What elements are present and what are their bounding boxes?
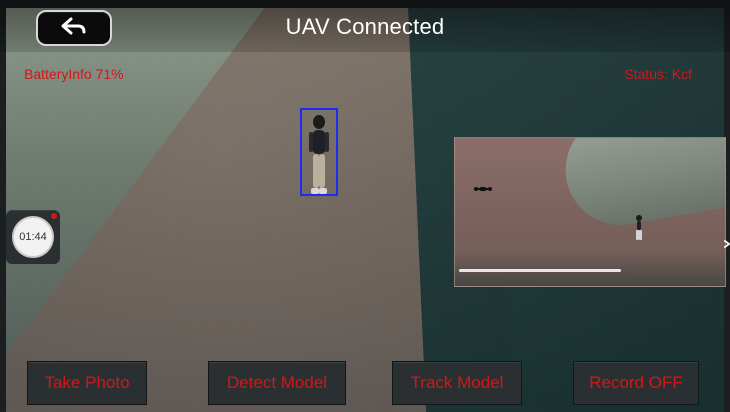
record-dot-icon (51, 213, 57, 219)
pip-progress-bar (459, 269, 622, 272)
pip-person (636, 215, 642, 240)
drone-icon (474, 187, 492, 191)
take-photo-button[interactable]: Take Photo (27, 361, 147, 405)
chevron-right-icon (724, 234, 730, 259)
picture-in-picture-view[interactable] (454, 137, 726, 287)
detect-model-button[interactable]: Detect Model (208, 361, 346, 405)
tracking-status: Status: Kcf (624, 66, 692, 82)
record-toggle-button[interactable]: Record OFF (573, 361, 699, 405)
edge-handle[interactable] (724, 236, 730, 256)
battery-info: BatteryInfo 71% (24, 66, 124, 82)
timer-value: 01:44 (19, 231, 47, 243)
uav-app-screen: UAV Connected BatteryInfo 71% Status: Kc… (0, 0, 730, 412)
recording-timer-widget[interactable]: 01:44 (6, 210, 60, 264)
track-model-button[interactable]: Track Model (392, 361, 522, 405)
page-title: UAV Connected (285, 14, 445, 39)
recording-timer: 01:44 (12, 216, 54, 258)
top-bar: UAV Connected (0, 0, 730, 52)
detection-bounding-box (300, 108, 338, 196)
